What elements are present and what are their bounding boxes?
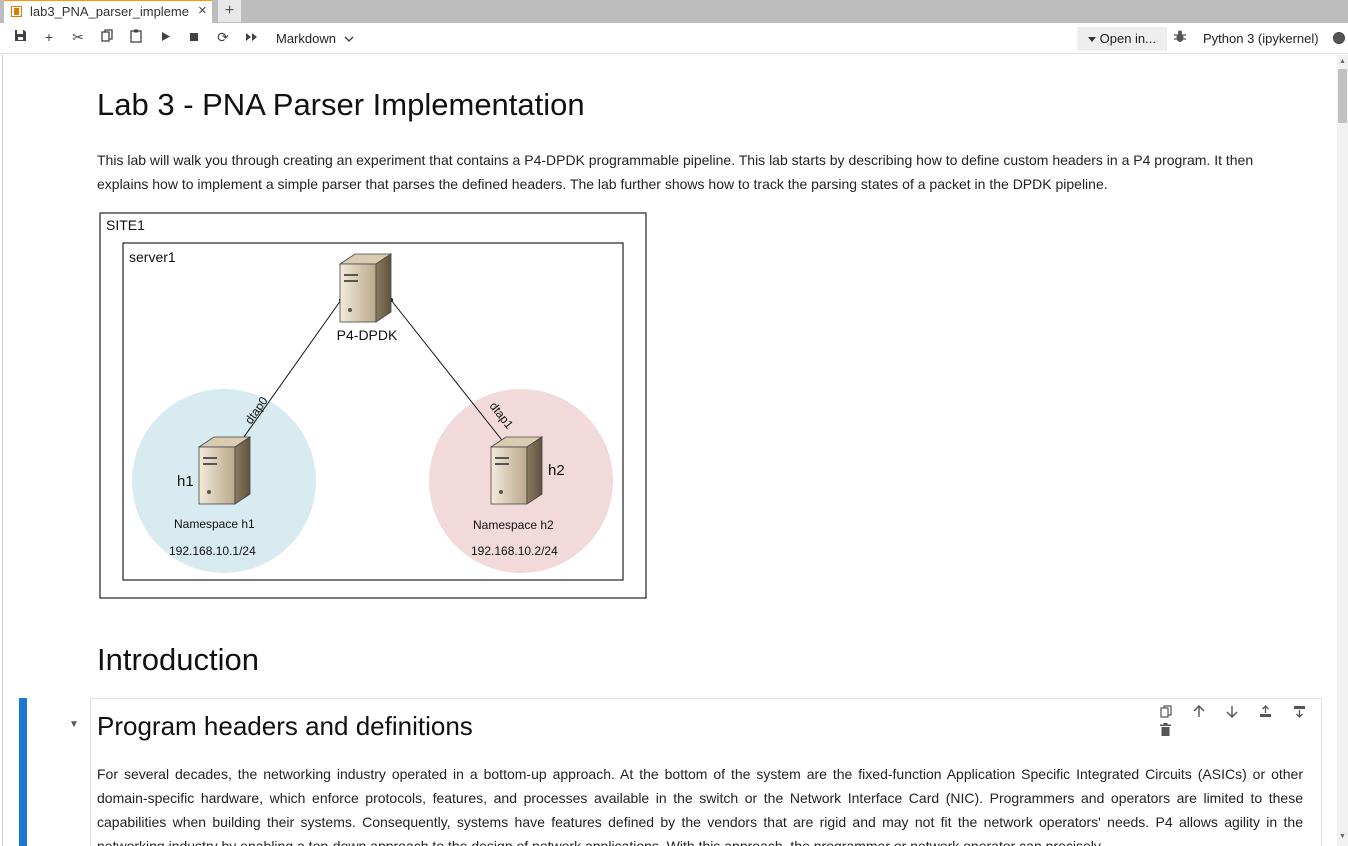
cell-type-select[interactable]: Markdown: [276, 31, 354, 46]
paste-icon[interactable]: [126, 29, 146, 47]
copy-icon[interactable]: [97, 29, 117, 47]
move-down-icon[interactable]: [1218, 705, 1247, 721]
fast-forward-icon[interactable]: [242, 29, 262, 47]
p4-dpdk-server-icon: [338, 253, 393, 323]
active-cell-indicator: [19, 698, 27, 846]
h1-label: h1: [177, 473, 194, 490]
ip1-label: 192.168.10.1/24: [169, 544, 256, 558]
notebook-icon: [11, 6, 22, 17]
notebook-panel[interactable]: Lab 3 - PNA Parser Implementation This l…: [2, 55, 1337, 846]
cell-type-label: Markdown: [276, 31, 336, 46]
debugger-icon[interactable]: [1174, 30, 1186, 46]
insert-above-icon[interactable]: [1251, 705, 1280, 721]
tab-bar: lab3_PNA_parser_impleme × +: [0, 0, 1348, 23]
cell-toolbar: [1151, 705, 1337, 736]
kernel-status-icon: [1333, 32, 1345, 44]
restart-icon[interactable]: ⟳: [213, 29, 233, 47]
h1-server-icon: [197, 436, 252, 505]
vertical-scrollbar[interactable]: ▲ ▼: [1337, 55, 1348, 846]
intro-paragraph: This lab will walk you through creating …: [97, 152, 1254, 192]
body-paragraph: For several decades, the networking indu…: [97, 766, 1303, 846]
h2-server-icon: [489, 436, 544, 505]
server-label: server1: [129, 249, 176, 265]
open-in-label: Open in...: [1099, 31, 1156, 46]
duplicate-cell-icon[interactable]: [1151, 705, 1180, 721]
close-icon[interactable]: ×: [198, 2, 207, 19]
scroll-down-icon[interactable]: ▼: [1339, 833, 1346, 840]
cut-icon[interactable]: ✂: [68, 29, 88, 47]
notebook-tab[interactable]: lab3_PNA_parser_impleme ×: [4, 0, 212, 23]
move-up-icon[interactable]: [1184, 705, 1213, 721]
kernel-name[interactable]: Python 3 (ipykernel): [1203, 31, 1319, 46]
h2-label: h2: [548, 462, 565, 479]
ns2-label: Namespace h2: [473, 518, 554, 532]
insert-below-icon[interactable]: [1285, 705, 1314, 721]
scroll-up-icon[interactable]: ▲: [1339, 58, 1346, 65]
notebook-title: Lab 3 - PNA Parser Implementation: [97, 87, 585, 122]
save-icon[interactable]: [10, 29, 30, 47]
ns1-label: Namespace h1: [174, 517, 255, 531]
caret-down-icon: [1088, 37, 1096, 42]
section-heading: Introduction: [97, 642, 259, 677]
collapse-caret-icon[interactable]: ▼: [69, 719, 79, 730]
topology-diagram: SITE1 server1 dtap0 dtap1 P4-DPDK h1 Nam…: [99, 212, 647, 599]
insert-cell-icon[interactable]: +: [39, 29, 59, 47]
ip2-label: 192.168.10.2/24: [471, 544, 558, 558]
run-icon[interactable]: [156, 29, 176, 47]
subsection-heading: Program headers and definitions: [97, 711, 473, 741]
scrollbar-thumb[interactable]: [1338, 69, 1347, 123]
notebook-toolbar: + ✂ ⟳ Markdown Open in... Python 3 (ipyk…: [0, 23, 1348, 54]
new-tab-button[interactable]: +: [218, 0, 241, 22]
delete-cell-icon[interactable]: [1151, 723, 1180, 739]
tab-title: lab3_PNA_parser_impleme: [30, 4, 189, 19]
stop-icon[interactable]: [184, 29, 204, 47]
site-label: SITE1: [106, 217, 145, 233]
switch-label: P4-DPDK: [337, 327, 398, 343]
chevron-down-icon: [344, 36, 354, 42]
open-in-button[interactable]: Open in...: [1077, 27, 1167, 51]
